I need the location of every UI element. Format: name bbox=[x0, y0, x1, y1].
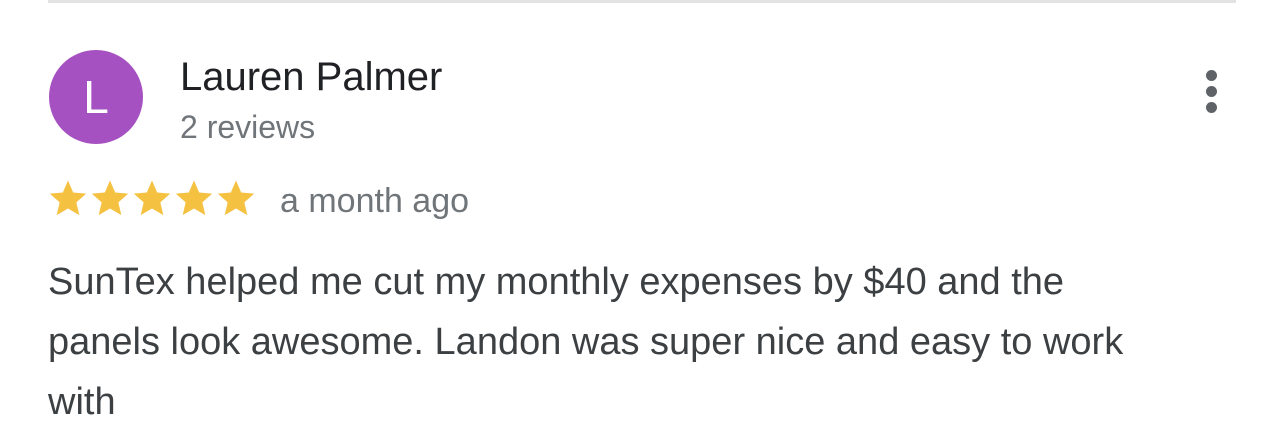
more-vert-icon-dot bbox=[1206, 86, 1217, 97]
star-icon bbox=[133, 180, 171, 216]
review-date: a month ago bbox=[280, 182, 470, 220]
review-text: SunTex helped me cut my monthly expenses… bbox=[48, 261, 1124, 423]
more-vert-icon-dot bbox=[1206, 102, 1217, 113]
star-icon bbox=[49, 180, 87, 216]
more-options-button[interactable] bbox=[1196, 68, 1228, 116]
star-icon bbox=[217, 180, 255, 216]
top-divider bbox=[48, 0, 1236, 3]
more-vert-icon bbox=[1206, 70, 1217, 81]
avatar-initial: L bbox=[83, 71, 109, 123]
reviewer-name[interactable]: Lauren Palmer bbox=[180, 54, 442, 100]
star-rating bbox=[48, 176, 256, 222]
reviewer-review-count[interactable]: 2 reviews bbox=[180, 108, 315, 146]
star-icon bbox=[91, 180, 129, 216]
avatar[interactable]: L bbox=[49, 50, 143, 144]
star-icon bbox=[175, 180, 213, 216]
